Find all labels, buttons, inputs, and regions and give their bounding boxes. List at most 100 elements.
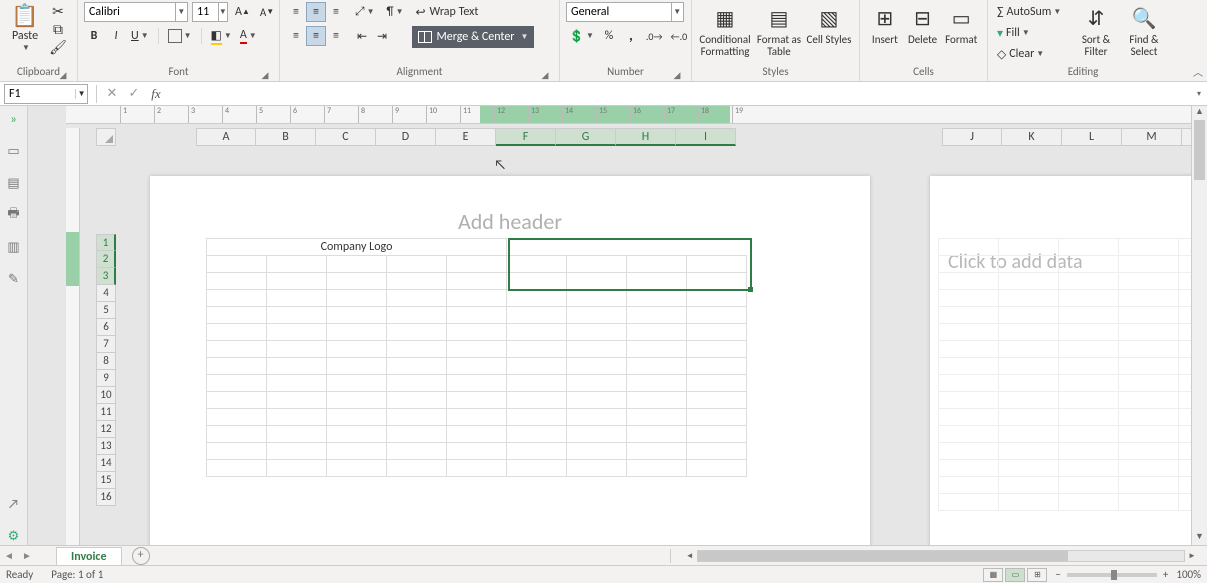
cell[interactable] — [327, 273, 387, 290]
cell[interactable] — [1119, 409, 1179, 426]
zoom-in-button[interactable]: + — [1163, 568, 1168, 581]
cell[interactable] — [327, 392, 387, 409]
cell[interactable] — [939, 358, 999, 375]
cell[interactable] — [1119, 494, 1179, 511]
cell[interactable] — [939, 409, 999, 426]
cell[interactable] — [267, 392, 327, 409]
cell[interactable] — [267, 409, 327, 426]
cell[interactable] — [1119, 358, 1179, 375]
zoom-slider[interactable] — [1067, 573, 1157, 577]
cell[interactable] — [1059, 375, 1119, 392]
cell[interactable] — [207, 290, 267, 307]
view-page-break-button[interactable]: ⊞ — [1027, 568, 1047, 582]
cell[interactable] — [1119, 341, 1179, 358]
font-family-combo[interactable]: ▼ — [84, 2, 188, 22]
cell[interactable] — [1059, 307, 1119, 324]
delete-cells-button[interactable]: ⊟Delete — [904, 2, 942, 62]
cancel-formula-button[interactable]: ✕ — [101, 84, 123, 104]
font-size-combo[interactable]: ▼ — [192, 2, 228, 22]
cell[interactable] — [567, 290, 627, 307]
cell[interactable] — [327, 307, 387, 324]
align-left-button[interactable]: ≡ — [286, 26, 306, 46]
italic-button[interactable]: I — [106, 26, 126, 46]
cell[interactable] — [1119, 375, 1179, 392]
merge-center-button[interactable]: Merge & Center▼ — [412, 26, 534, 48]
rail-btn-4[interactable]: ▥ — [5, 238, 23, 256]
cell[interactable] — [387, 307, 447, 324]
select-all-button[interactable] — [96, 128, 116, 146]
cell[interactable] — [507, 409, 567, 426]
sort-filter-button[interactable]: ⇵Sort & Filter — [1072, 2, 1120, 62]
row-header-16[interactable]: 16 — [96, 489, 116, 506]
cell[interactable] — [327, 409, 387, 426]
cell[interactable] — [447, 324, 507, 341]
font-dialog-launcher[interactable]: ◢ — [259, 69, 271, 81]
cell[interactable] — [1059, 273, 1119, 290]
column-header-J[interactable]: J — [942, 128, 1002, 146]
cell[interactable] — [939, 460, 999, 477]
cell[interactable] — [1059, 324, 1119, 341]
cell[interactable] — [567, 392, 627, 409]
cell[interactable] — [447, 290, 507, 307]
cell[interactable] — [267, 341, 327, 358]
cell[interactable] — [1119, 273, 1179, 290]
borders-button[interactable]: ▼ — [165, 26, 195, 46]
decrease-decimal-button[interactable]: ←.0 — [668, 26, 691, 46]
cell[interactable] — [507, 460, 567, 477]
text-direction-button[interactable]: ¶▼ — [384, 2, 407, 22]
cell[interactable] — [1119, 239, 1179, 256]
comma-button[interactable]: , — [621, 26, 641, 46]
cell[interactable] — [1059, 443, 1119, 460]
sheet-nav-prev[interactable]: ◄ — [0, 549, 18, 562]
cell[interactable] — [627, 324, 687, 341]
cell[interactable] — [939, 426, 999, 443]
cell[interactable] — [567, 426, 627, 443]
cell[interactable] — [1119, 460, 1179, 477]
cell[interactable] — [387, 460, 447, 477]
row-header-5[interactable]: 5 — [96, 302, 116, 319]
rail-btn-5[interactable]: ✎ — [5, 270, 23, 288]
cell[interactable] — [387, 426, 447, 443]
cell[interactable] — [507, 290, 567, 307]
cell[interactable] — [999, 409, 1059, 426]
cell[interactable] — [267, 256, 327, 273]
cell[interactable] — [627, 409, 687, 426]
cell[interactable] — [447, 307, 507, 324]
cell[interactable] — [939, 324, 999, 341]
cell[interactable] — [1179, 358, 1192, 375]
cell[interactable] — [567, 460, 627, 477]
cell[interactable] — [327, 324, 387, 341]
cell[interactable] — [267, 290, 327, 307]
cell[interactable] — [627, 307, 687, 324]
cell[interactable] — [267, 460, 327, 477]
cell[interactable] — [387, 443, 447, 460]
cell[interactable] — [687, 358, 747, 375]
row-header-12[interactable]: 12 — [96, 421, 116, 438]
cell[interactable] — [687, 324, 747, 341]
align-middle-button[interactable]: ≡ — [306, 2, 326, 22]
cell[interactable] — [387, 392, 447, 409]
insert-function-button[interactable]: fx — [145, 84, 167, 104]
cell[interactable] — [447, 392, 507, 409]
cell[interactable] — [507, 392, 567, 409]
cell[interactable] — [327, 256, 387, 273]
cell[interactable] — [1119, 307, 1179, 324]
cell[interactable] — [1179, 392, 1192, 409]
cell[interactable] — [207, 443, 267, 460]
column-header-B[interactable]: B — [256, 128, 316, 146]
cell[interactable] — [939, 494, 999, 511]
cell[interactable] — [939, 307, 999, 324]
row-header-1[interactable]: 1 — [96, 234, 116, 251]
cell[interactable] — [267, 358, 327, 375]
cell[interactable] — [207, 409, 267, 426]
cell[interactable] — [1179, 239, 1192, 256]
page2-grid[interactable] — [938, 238, 1191, 511]
cell[interactable] — [1059, 494, 1119, 511]
column-header-H[interactable]: H — [616, 128, 676, 146]
column-header-G[interactable]: G — [556, 128, 616, 146]
column-header-E[interactable]: E — [436, 128, 496, 146]
cell[interactable] — [999, 324, 1059, 341]
cell[interactable] — [267, 426, 327, 443]
cell[interactable] — [207, 392, 267, 409]
autosum-button[interactable]: ∑AutoSum▼ — [994, 2, 1072, 22]
